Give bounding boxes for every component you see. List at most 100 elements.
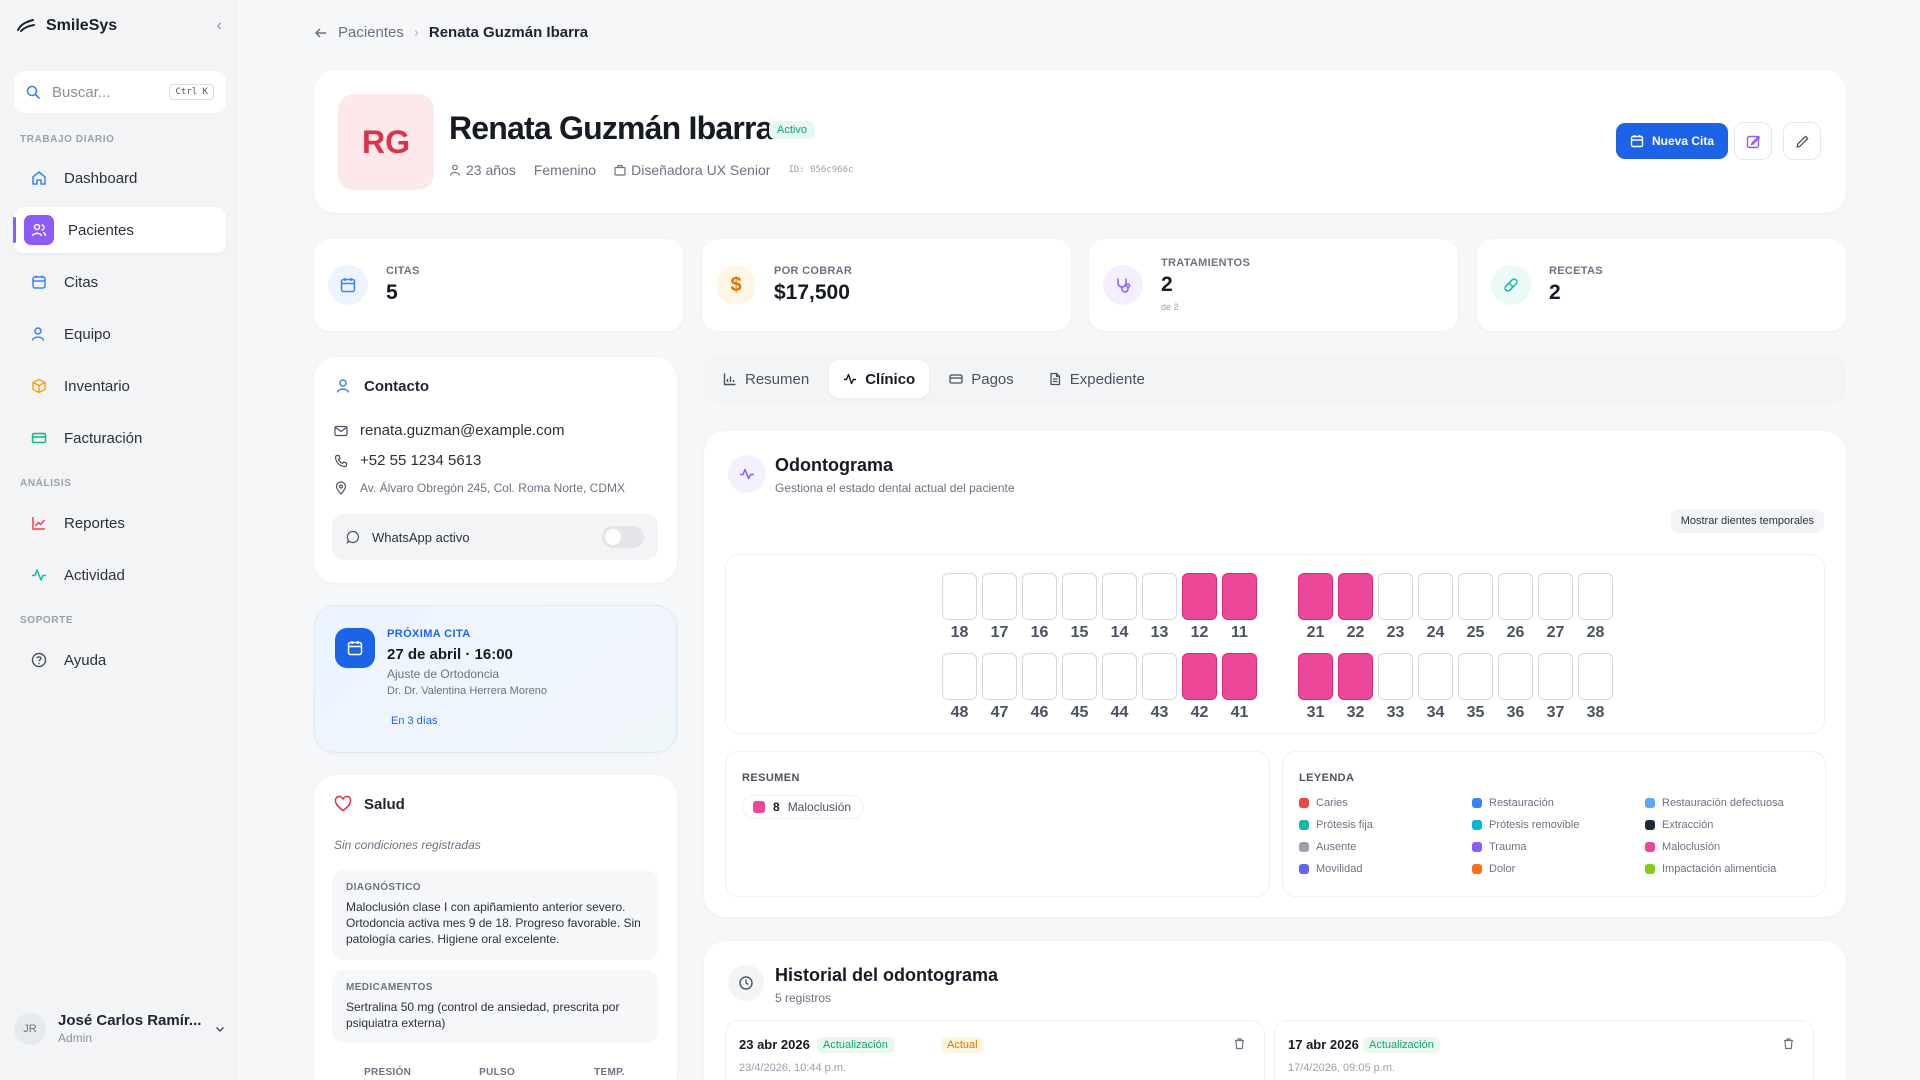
tab-label: Pagos: [971, 370, 1014, 388]
brand: SmileSys ‹: [16, 16, 222, 36]
sidebar-item-pacientes[interactable]: Pacientes: [13, 207, 226, 253]
sidebar-item-inventario[interactable]: Inventario: [14, 363, 226, 409]
sidebar-item-reportes[interactable]: Reportes: [14, 500, 226, 546]
tooth-34[interactable]: [1418, 653, 1453, 700]
tooth-23[interactable]: [1378, 573, 1413, 620]
tooth-15[interactable]: [1062, 573, 1097, 620]
tooth-32[interactable]: [1338, 653, 1373, 700]
legend-item: Movilidad: [1299, 863, 1362, 875]
legend-swatch: [1299, 864, 1309, 874]
whatsapp-toggle[interactable]: [602, 526, 644, 548]
tooth-26[interactable]: [1498, 573, 1533, 620]
tooth-number: 41: [1230, 704, 1249, 721]
history-title: Historial del odontograma: [775, 965, 999, 985]
legend-item: Prótesis fija: [1299, 819, 1373, 831]
tooth-37[interactable]: [1538, 653, 1573, 700]
next-appointment-card[interactable]: PRÓXIMA CITA 27 de abril · 16:00 Ajuste …: [314, 605, 677, 753]
person-icon: [449, 164, 461, 176]
tooth-28[interactable]: [1578, 573, 1613, 620]
show-temporary-teeth-button[interactable]: Mostrar dientes temporales: [1670, 509, 1824, 533]
search-input[interactable]: Buscar... Ctrl K: [14, 71, 226, 113]
stat-label: RECETAS: [1549, 265, 1603, 277]
legend-box: LEYENDA Caries Restauración Restauración d…: [1282, 751, 1826, 897]
tooth-number: 13: [1150, 624, 1169, 641]
chevron-down-icon: [215, 1026, 225, 1032]
tooth-38[interactable]: [1578, 653, 1613, 700]
tooth-41[interactable]: [1222, 653, 1257, 700]
history-stamp: 17/4/2026, 09:05 p.m.: [1288, 1062, 1396, 1074]
tooth-21[interactable]: [1298, 573, 1333, 620]
sidebar-item-label: Reportes: [64, 514, 125, 532]
tooth-number: 12: [1190, 624, 1209, 641]
edit-button[interactable]: [1783, 122, 1821, 160]
sidebar-item-ayuda[interactable]: Ayuda: [14, 637, 226, 683]
activity-icon: [844, 373, 857, 385]
legend-label: LEYENDA: [1299, 772, 1355, 784]
breadcrumb-parent[interactable]: Pacientes: [338, 24, 404, 41]
sidebar-item-label: Citas: [64, 273, 99, 291]
trash-icon[interactable]: [1782, 1037, 1795, 1050]
tooth-42[interactable]: [1182, 653, 1217, 700]
legend-label-text: Restauración defectuosa: [1662, 797, 1784, 809]
tooth-25[interactable]: [1458, 573, 1493, 620]
sidebar-item-equipo[interactable]: Equipo: [14, 311, 226, 357]
legend-label-text: Prótesis fija: [1316, 819, 1373, 831]
arrow-left-icon[interactable]: [314, 26, 328, 40]
tooth-18[interactable]: [942, 573, 977, 620]
odontogram-subtitle: Gestiona el estado dental actual del pac…: [775, 481, 1015, 495]
history-entry[interactable]: 23 abr 2026 Actualización Actual 23/4/20…: [725, 1020, 1265, 1080]
help-icon: [28, 649, 50, 671]
tooth-46[interactable]: [1022, 653, 1057, 700]
tooth-number: 16: [1030, 624, 1049, 641]
tooth-22[interactable]: [1338, 573, 1373, 620]
tooth-24[interactable]: [1418, 573, 1453, 620]
stat-sub: de 2: [1161, 302, 1179, 312]
tooth-13[interactable]: [1142, 573, 1177, 620]
tab-pagos[interactable]: Pagos: [935, 360, 1028, 398]
history-entry[interactable]: 17 abr 2026 Actualización 17/4/2026, 09:…: [1274, 1020, 1814, 1080]
new-appointment-button[interactable]: Nueva Cita: [1616, 123, 1729, 159]
tooth-number: 48: [950, 704, 969, 721]
tooth-12[interactable]: [1182, 573, 1217, 620]
tooth-27[interactable]: [1538, 573, 1573, 620]
sidebar-item-dashboard[interactable]: Dashboard: [14, 155, 226, 201]
address-text: Av. Álvaro Obregón 245, Col. Roma Norte,…: [360, 481, 625, 495]
tooth-11[interactable]: [1222, 573, 1257, 620]
tooth-16[interactable]: [1022, 573, 1057, 620]
user-menu[interactable]: JR José Carlos Ramír... Admin: [14, 1012, 226, 1045]
tooth-47[interactable]: [982, 653, 1017, 700]
tooth-17[interactable]: [982, 573, 1017, 620]
tooth-35[interactable]: [1458, 653, 1493, 700]
tooth-33[interactable]: [1378, 653, 1413, 700]
sidebar-item-actividad[interactable]: Actividad: [14, 552, 226, 598]
tab-clinico[interactable]: Clínico: [829, 360, 930, 398]
summary-chip: 8 Maloclusión: [742, 795, 865, 819]
legend-swatch: [1645, 820, 1655, 830]
tooth-44[interactable]: [1102, 653, 1137, 700]
odontogram-card: Odontograma Gestiona el estado dental ac…: [704, 431, 1846, 917]
collapse-sidebar-icon[interactable]: ‹: [217, 17, 222, 35]
contact-email[interactable]: renata.guzman@example.com: [334, 422, 565, 439]
activity-icon: [28, 564, 50, 586]
credit-card-icon: [28, 427, 50, 449]
search-shortcut: Ctrl K: [169, 84, 214, 100]
tab-resumen[interactable]: Resumen: [709, 360, 823, 398]
sidebar-item-citas[interactable]: Citas: [14, 259, 226, 305]
sidebar-item-facturacion[interactable]: Facturación: [14, 415, 226, 461]
tooth-36[interactable]: [1498, 653, 1533, 700]
tab-expediente[interactable]: Expediente: [1034, 360, 1159, 398]
tooth-14[interactable]: [1102, 573, 1137, 620]
tooth-45[interactable]: [1062, 653, 1097, 700]
edit-record-button[interactable]: [1734, 122, 1772, 160]
tooth-43[interactable]: [1142, 653, 1177, 700]
stat-card-citas: CITAS 5: [314, 239, 683, 331]
section-label-soporte: Soporte: [20, 615, 74, 626]
legend-item: Maloclusión: [1645, 841, 1720, 853]
legend-item: Restauración defectuosa: [1645, 797, 1784, 809]
tooth-48[interactable]: [942, 653, 977, 700]
trash-icon[interactable]: [1233, 1037, 1246, 1050]
contact-phone[interactable]: +52 55 1234 5613: [334, 452, 481, 469]
tooth-31[interactable]: [1298, 653, 1333, 700]
stethoscope-icon: [1103, 265, 1143, 305]
tooth-number: 34: [1426, 704, 1445, 721]
